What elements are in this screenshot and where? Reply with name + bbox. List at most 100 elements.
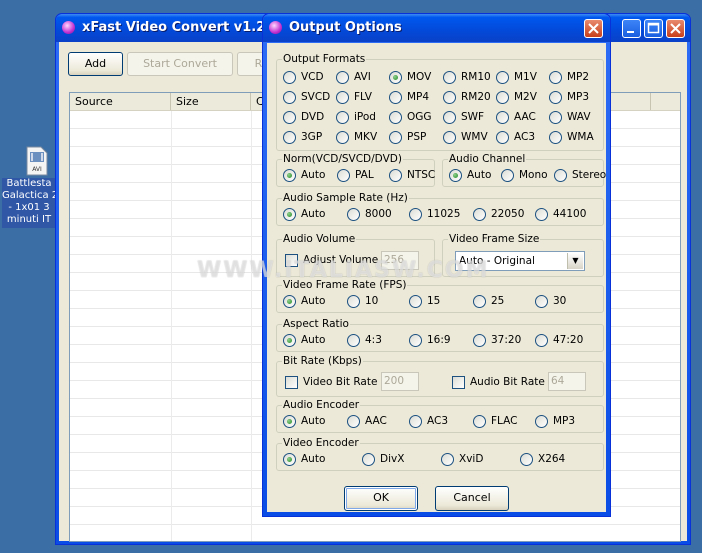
radio-label: 15	[427, 295, 441, 307]
radio-dot	[535, 208, 548, 221]
video-bit-rate-label: Video Bit Rate	[303, 376, 378, 388]
close-icon[interactable]	[584, 19, 603, 38]
radio-dot	[336, 111, 349, 124]
radio-dot	[409, 208, 422, 221]
radio-dot	[283, 91, 296, 104]
add-button[interactable]: Add	[68, 52, 123, 76]
radio-dot	[535, 334, 548, 347]
cancel-button[interactable]: Cancel	[435, 486, 509, 511]
file-badge: AVI	[32, 166, 42, 173]
bit-rate-title: Bit Rate (Kbps)	[282, 355, 363, 367]
video-encoder-title: Video Encoder	[282, 437, 360, 449]
minimize-icon[interactable]	[622, 19, 641, 38]
radio-dot	[347, 415, 360, 428]
audio-channel-title: Audio Channel	[448, 153, 527, 165]
norm-group: Norm(VCD/SVCD/DVD) Auto PAL NTSC	[276, 153, 435, 187]
frame-size-group: Video Frame Size Auto - Original ▼	[442, 233, 604, 277]
radio-label: 3GP	[301, 131, 323, 143]
audio-encoder-group: Audio Encoder Auto AAC AC3 FLAC MP3	[276, 399, 604, 433]
radio-dot	[473, 208, 486, 221]
radio-label: Stereo	[572, 169, 607, 181]
radio-label: FLAC	[491, 415, 518, 427]
radio-dot	[283, 295, 296, 308]
radio-dot	[554, 169, 567, 182]
radio-dot	[473, 415, 486, 428]
radio-dot	[389, 111, 402, 124]
radio-label: Auto	[301, 169, 326, 181]
radio-label: PSP	[407, 131, 427, 143]
audio-channel-group: Audio Channel Auto Mono Stereo	[442, 153, 607, 187]
output-formats-title: Output Formats	[282, 53, 367, 65]
radio-label: SWF	[461, 111, 485, 123]
radio-label: 8000	[365, 208, 392, 220]
close-icon[interactable]	[666, 19, 685, 38]
radio-dot	[409, 334, 422, 347]
radio-label: 25	[491, 295, 505, 307]
radio-dot	[283, 208, 296, 221]
radio-dot	[362, 453, 375, 466]
volume-input[interactable]: 256	[381, 251, 419, 270]
desktop-icon-label: Battlesta Galactica 2 - 1x01 3 minuti IT	[2, 178, 56, 228]
frame-size-select[interactable]: Auto - Original ▼	[455, 251, 585, 271]
bit-rate-group: Bit Rate (Kbps) Video Bit Rate 200 Audio…	[276, 355, 604, 397]
radio-dot	[347, 334, 360, 347]
checkbox-box	[452, 376, 465, 389]
radio-dot	[283, 111, 296, 124]
radio-label: iPod	[354, 111, 376, 123]
radio-dot	[449, 169, 462, 182]
audio-bit-rate-input[interactable]: 64	[548, 372, 586, 391]
radio-dot	[389, 131, 402, 144]
audio-volume-title: Audio Volume	[282, 233, 357, 245]
audio-encoder-title: Audio Encoder	[282, 399, 361, 411]
radio-label: 37:20	[491, 334, 522, 346]
radio-label: AC3	[427, 415, 449, 427]
radio-label: 4:3	[365, 334, 382, 346]
radio-dot	[389, 91, 402, 104]
radio-label: RM10	[461, 71, 491, 83]
radio-dot	[496, 131, 509, 144]
video-bit-rate-input[interactable]: 200	[381, 372, 419, 391]
radio-label: FLV	[354, 91, 372, 103]
checkbox-box	[285, 376, 298, 389]
radio-label: SVCD	[301, 91, 331, 103]
column-last[interactable]	[651, 93, 680, 110]
norm-title: Norm(VCD/SVCD/DVD)	[282, 153, 403, 165]
radio-label: MP3	[567, 91, 590, 103]
radio-label: 47:20	[553, 334, 584, 346]
radio-dot	[496, 71, 509, 84]
dialog-title: Output Options	[289, 20, 402, 35]
radio-dot	[283, 334, 296, 347]
column-source[interactable]: Source	[70, 93, 171, 110]
radio-label: MKV	[354, 131, 378, 143]
radio-dot	[443, 71, 456, 84]
radio-label: Auto	[301, 334, 326, 346]
radio-dot	[501, 169, 514, 182]
radio-label: 44100	[553, 208, 587, 220]
radio-dot	[473, 295, 486, 308]
radio-label: MOV	[407, 71, 432, 83]
radio-dot	[535, 295, 548, 308]
radio-dot	[496, 111, 509, 124]
app-icon	[62, 21, 75, 34]
grid-line	[251, 111, 252, 541]
chevron-down-icon[interactable]: ▼	[567, 253, 583, 269]
audio-bit-rate-label: Audio Bit Rate	[470, 376, 545, 388]
radio-label: Auto	[301, 453, 326, 465]
radio-label: WMA	[567, 131, 594, 143]
audio-volume-group: Audio Volume Adjust Volume 256	[276, 233, 435, 277]
maximize-icon[interactable]	[644, 19, 663, 38]
start-convert-button[interactable]: Start Convert	[127, 52, 233, 76]
radio-dot	[496, 91, 509, 104]
radio-dot	[443, 111, 456, 124]
radio-dot	[441, 453, 454, 466]
sample-rate-title: Audio Sample Rate (Hz)	[282, 192, 409, 204]
ok-button[interactable]: OK	[344, 486, 418, 511]
radio-label: Auto	[301, 208, 326, 220]
column-size[interactable]: Size	[171, 93, 251, 110]
frame-size-value: Auto - Original	[459, 255, 535, 267]
dialog-client: Output Formats VCD AVI MOV RM10 M1V MP2 SVCD FL…	[267, 43, 606, 512]
radio-label: WMV	[461, 131, 488, 143]
radio-label: MP3	[553, 415, 576, 427]
dialog-titlebar[interactable]: Output Options	[263, 14, 610, 42]
radio-label: Auto	[467, 169, 492, 181]
